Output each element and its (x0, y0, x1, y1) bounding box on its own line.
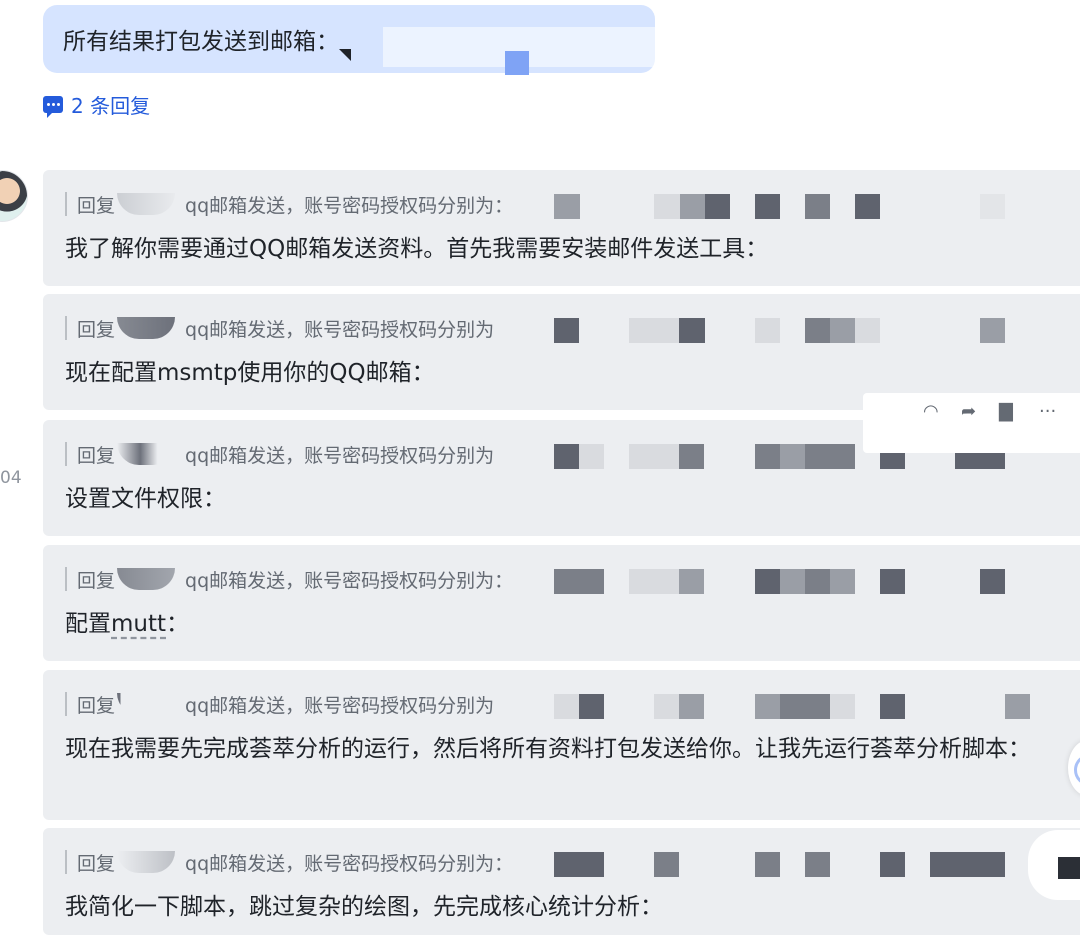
reply-body: 我了解你需要通过QQ邮箱发送资料。首先我需要安装邮件发送工具： (65, 236, 769, 262)
forward-icon[interactable]: ➦ (961, 401, 976, 422)
redacted-credentials (554, 318, 1034, 343)
timestamp: 04 (0, 468, 22, 488)
user-message-text: 所有结果打包发送到邮箱： (63, 29, 339, 55)
comment-icon (43, 96, 63, 118)
redacted-credentials (554, 694, 1034, 719)
reply-body: 现在我需要先完成荟萃分析的运行，然后将所有资料打包发送给你。让我先运行荟萃分析脚… (65, 736, 1031, 762)
stop-icon (1058, 857, 1080, 879)
corner-action-button[interactable] (1028, 830, 1080, 900)
reply-body: 配置mutt： (65, 611, 190, 637)
reply-body: 我简化一下脚本，跳过复杂的绘图，先完成核心统计分析： (65, 894, 663, 920)
redacted-username (117, 693, 176, 715)
reply-card: 回复 qq邮箱发送，账号密码授权码分别为： 配置mutt： (43, 545, 1080, 661)
redaction-mask-corner (339, 49, 351, 61)
reply-quote[interactable]: 回复 qq邮箱发送，账号密码授权码分别为 (65, 692, 494, 717)
reply-quote[interactable]: 回复 qq邮箱发送，账号密码授权码分别为 (65, 316, 494, 341)
redaction-mask (383, 27, 683, 67)
reply-card: 回复 qq邮箱发送，账号密码授权码分别为 现在我需要先完成荟萃分析的运行，然后将… (43, 670, 1080, 820)
reply-card: 回复 qq邮箱发送，账号密码授权码分别为： 我了解你需要通过QQ邮箱发送资料。首… (43, 170, 1080, 286)
reply-body: 设置文件权限： (65, 486, 226, 512)
spellcheck-word: mutt (111, 611, 167, 637)
bookmark-icon[interactable]: ▇ (999, 401, 1013, 422)
redacted-username (117, 568, 176, 590)
redacted-username (117, 851, 176, 873)
redacted-username (117, 317, 176, 339)
reply-card: 回复 qq邮箱发送，账号密码授权码分别为： 我简化一下脚本，跳过复杂的绘图，先完… (43, 828, 1080, 935)
redacted-credentials (554, 194, 1034, 219)
reply-quote[interactable]: 回复 qq邮箱发送，账号密码授权码分别为： (65, 192, 513, 217)
redacted-username (117, 193, 176, 215)
emoji-icon[interactable]: ◠ (923, 401, 939, 422)
replies-count: 2 条回复 (71, 94, 151, 118)
reply-quote[interactable]: 回复 qq邮箱发送，账号密码授权码分别为 (65, 442, 494, 467)
redacted-credentials (554, 569, 1034, 594)
redacted-username (117, 443, 176, 465)
redacted-credentials (554, 852, 1034, 877)
reply-quote[interactable]: 回复 qq邮箱发送，账号密码授权码分别为： (65, 850, 513, 875)
message-hover-toolbar: ◠ ➦ ▇ ··· (863, 393, 1080, 453)
more-icon[interactable]: ··· (1039, 401, 1056, 422)
replies-link[interactable]: 2 条回复 (43, 90, 150, 119)
redaction-mask-block (505, 51, 529, 75)
avatar[interactable] (0, 170, 28, 222)
reply-body: 现在配置msmtp使用你的QQ邮箱： (65, 360, 435, 386)
reply-quote[interactable]: 回复 qq邮箱发送，账号密码授权码分别为： (65, 567, 513, 592)
chat-thread: 所有结果打包发送到邮箱： 2 条回复 04 回复 qq邮箱发送，账号密码授权码分… (0, 0, 1080, 935)
user-message-bubble: 所有结果打包发送到邮箱： (43, 5, 683, 75)
